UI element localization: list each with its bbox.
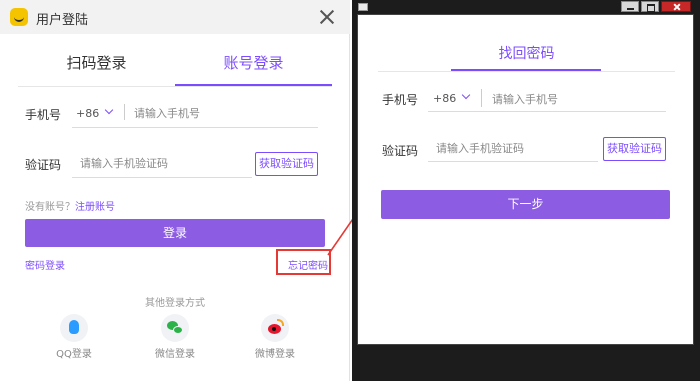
wechat-glyph-small bbox=[173, 326, 183, 334]
tab-qr-login[interactable]: 扫码登录 bbox=[18, 52, 175, 73]
login-window: 用户登陆 扫码登录 账号登录 手机号 +86 验证码 获取验证码 没有账号？注册… bbox=[0, 0, 350, 381]
weibo-arc bbox=[277, 319, 284, 326]
maximize-button[interactable] bbox=[641, 1, 659, 12]
phone-label: 手机号 bbox=[25, 108, 62, 122]
app-logo-icon bbox=[10, 8, 28, 26]
qq-login-label[interactable]: QQ登录 bbox=[44, 345, 104, 360]
code-input[interactable] bbox=[80, 154, 240, 172]
login-titlebar: 用户登陆 bbox=[0, 0, 350, 34]
qq-glyph bbox=[69, 320, 79, 334]
next-step-button[interactable]: 下一步 bbox=[381, 190, 670, 219]
recovery-title-divider bbox=[378, 71, 675, 72]
get-code-button[interactable]: 获取验证码 bbox=[255, 152, 318, 176]
login-window-title: 用户登陆 bbox=[36, 13, 89, 28]
recovery-code-label: 验证码 bbox=[382, 144, 419, 158]
phone-underline bbox=[72, 127, 318, 128]
code-underline bbox=[72, 177, 252, 178]
other-login-methods-label: 其他登录方式 bbox=[145, 298, 205, 309]
recovery-phone-input[interactable] bbox=[492, 90, 662, 108]
active-tab-indicator bbox=[175, 84, 332, 86]
password-login-link[interactable]: 密码登录 bbox=[25, 257, 65, 272]
field-separator bbox=[124, 104, 125, 120]
recovery-title: 找回密码 bbox=[498, 46, 555, 62]
country-code-select[interactable]: +86 bbox=[76, 107, 99, 120]
tabs-divider bbox=[18, 86, 332, 87]
recovery-phone-underline bbox=[428, 111, 666, 112]
recovery-code-underline bbox=[428, 161, 598, 162]
chevron-down-icon[interactable] bbox=[461, 90, 471, 100]
wechat-login-label[interactable]: 微信登录 bbox=[145, 345, 205, 360]
recovery-phone-label: 手机号 bbox=[382, 93, 419, 107]
recovery-title-underline bbox=[451, 69, 601, 71]
minimize-button[interactable] bbox=[621, 1, 639, 12]
close-icon[interactable] bbox=[318, 8, 336, 26]
recovery-code-input[interactable] bbox=[436, 139, 596, 157]
register-link[interactable]: 注册账号 bbox=[75, 202, 115, 213]
weibo-eye bbox=[272, 327, 276, 331]
code-label: 验证码 bbox=[25, 158, 62, 172]
recovery-country-code-select[interactable]: +86 bbox=[433, 92, 456, 105]
window-app-icon bbox=[358, 3, 368, 11]
no-account-text: 没有账号？注册账号 bbox=[25, 198, 115, 213]
weibo-login-label[interactable]: 微博登录 bbox=[245, 345, 305, 360]
wechat-icon[interactable] bbox=[161, 314, 189, 342]
recovery-panel: 找回密码 手机号 +86 验证码 获取验证码 下一步 bbox=[357, 14, 694, 345]
qq-icon[interactable] bbox=[60, 314, 88, 342]
recovery-get-code-button[interactable]: 获取验证码 bbox=[603, 137, 666, 161]
chevron-down-icon[interactable] bbox=[104, 105, 114, 115]
login-button[interactable]: 登录 bbox=[25, 219, 325, 247]
recovery-window: 找回密码 手机号 +86 验证码 获取验证码 下一步 bbox=[352, 0, 700, 381]
weibo-icon[interactable] bbox=[261, 314, 289, 342]
phone-input[interactable] bbox=[134, 104, 314, 122]
tab-account-login[interactable]: 账号登录 bbox=[175, 52, 332, 73]
recovery-field-separator bbox=[481, 89, 482, 107]
no-account-label: 没有账号？ bbox=[25, 202, 75, 213]
window-close-button[interactable] bbox=[661, 1, 691, 12]
